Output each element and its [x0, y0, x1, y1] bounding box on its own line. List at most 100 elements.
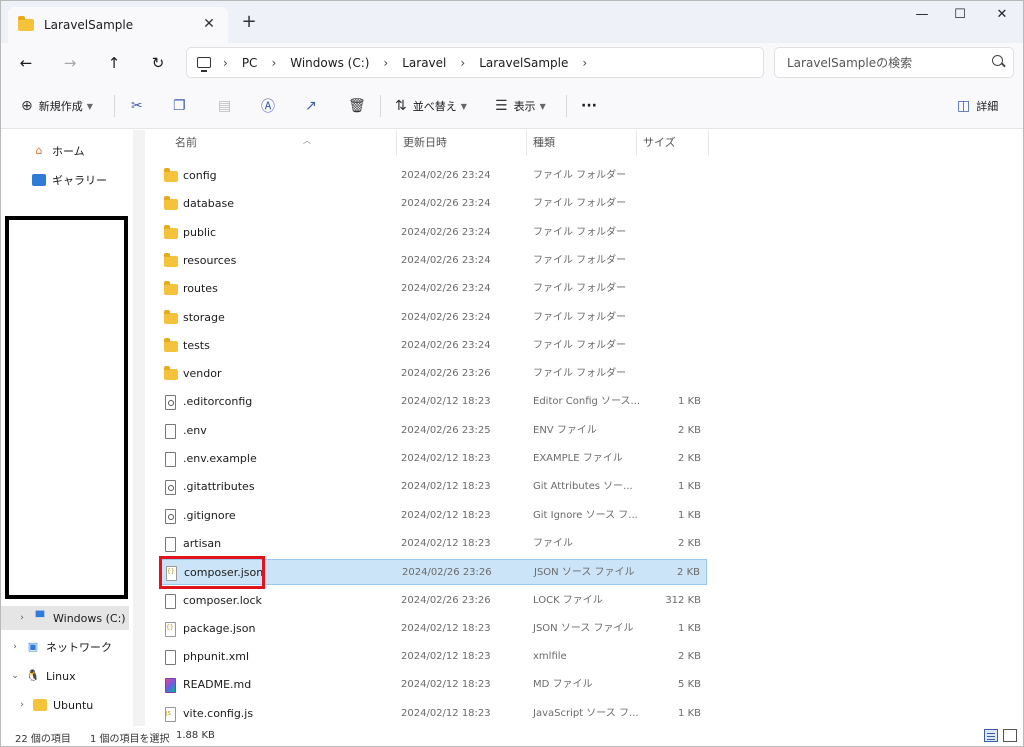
file-name: composer.lock [183, 593, 262, 607]
sort-label: 並べ替え [412, 100, 457, 113]
up-arrow-icon[interactable]: ↑ [100, 51, 128, 75]
folder-icon [164, 337, 178, 352]
chevron-right-icon[interactable]: › [17, 700, 27, 710]
table-row[interactable]: routes 2024/02/26 23:24 ファイル フォルダー [159, 276, 707, 302]
view-button[interactable]: ☰ 表示 ▼ [495, 95, 546, 117]
details-label: 詳細 [976, 100, 999, 113]
new-tab-button[interactable]: + [239, 12, 259, 32]
file-name: .gitignore [183, 508, 236, 522]
modified-date: 2024/02/26 23:24 [401, 339, 491, 351]
json-file-icon [165, 621, 176, 637]
file-size: 2 KB [678, 537, 701, 549]
more-options-button[interactable]: ··· [581, 95, 597, 117]
table-row[interactable]: .env 2024/02/26 23:25 ENV ファイル 2 KB [159, 418, 707, 444]
file-name: phpunit.xml [183, 650, 250, 664]
search-input[interactable]: LaravelSampleの検索 [774, 47, 1014, 78]
sidebar-item-label: Ubuntu [53, 698, 94, 712]
breadcrumb-chevron-icon[interactable]: › [223, 56, 228, 70]
file-type: JSON ソース ファイル [533, 622, 634, 634]
copy-button[interactable]: ❐ [173, 95, 192, 117]
sort-ascending-icon: ︿ [303, 136, 311, 145]
chevron-down-icon: ▼ [460, 101, 467, 111]
file-name: package.json [183, 621, 256, 635]
close-tab-icon[interactable]: ✕ [200, 15, 218, 33]
chevron-down-icon[interactable]: ⌄ [10, 671, 20, 681]
forward-arrow-icon[interactable]: → [56, 51, 84, 75]
chevron-right-icon[interactable]: › [17, 613, 27, 623]
rename-button[interactable]: Ⓐ [261, 95, 281, 117]
sort-button[interactable]: ⇅ 並べ替え ▼ [395, 95, 467, 117]
redacted-area [5, 216, 128, 599]
search-placeholder: LaravelSampleの検索 [787, 56, 913, 70]
table-row[interactable]: public 2024/02/26 23:24 ファイル フォルダー [159, 220, 707, 246]
table-row[interactable]: database 2024/02/26 23:24 ファイル フォルダー [159, 191, 707, 217]
maximize-button[interactable]: ☐ [945, 5, 975, 25]
file-name: .env [183, 423, 207, 437]
details-view-icon[interactable] [984, 729, 998, 742]
file-name: public [183, 225, 217, 239]
breadcrumb-pc[interactable]: PC [242, 56, 258, 70]
table-row[interactable]: storage 2024/02/26 23:24 ファイル フォルダー [159, 305, 707, 331]
paste-button[interactable]: ▤ [218, 95, 237, 117]
large-icons-view-icon[interactable] [1003, 729, 1017, 742]
cut-button[interactable]: ✂ [131, 95, 149, 117]
new-button[interactable]: ⊕ 新規作成 ▼ [21, 95, 93, 117]
table-row[interactable]: .gitignore 2024/02/12 18:23 Git Ignore ソース… [159, 503, 707, 529]
table-row[interactable]: artisan 2024/02/12 18:23 ファイル 2 KB [159, 531, 707, 557]
file-name: database [183, 197, 234, 211]
table-row[interactable]: package.json 2024/02/12 18:23 JSON ソース ファイ… [159, 616, 707, 642]
table-row[interactable]: .env.example 2024/02/12 18:23 EXAMPLE ファイル… [159, 446, 707, 472]
column-header-name[interactable]: 名前 ︿ [169, 130, 397, 156]
share-button[interactable]: ↗ [305, 95, 323, 117]
sidebar-item-network[interactable]: › ▣ ネットワーク [1, 635, 129, 659]
sidebar-item-linux[interactable]: ⌄ 🐧 Linux [1, 664, 129, 688]
modified-date: 2024/02/26 23:24 [401, 283, 491, 295]
table-row[interactable]: composer.lock 2024/02/26 23:26 LOCK ファイル 31… [159, 588, 707, 614]
breadcrumb-chevron-icon[interactable]: › [582, 56, 587, 70]
breadcrumb-laravelsample[interactable]: LaravelSample [479, 56, 568, 70]
breadcrumb-chevron-icon[interactable]: › [460, 56, 465, 70]
details-pane-button[interactable]: ◫ 詳細 [957, 95, 998, 117]
breadcrumb-chevron-icon[interactable]: › [271, 56, 276, 70]
sidebar-item-gallery[interactable]: ギャラリー [1, 168, 129, 192]
file-name: resources [183, 253, 237, 267]
address-bar[interactable]: › PC › Windows (C:) › Laravel › LaravelS… [186, 47, 764, 78]
file-name: artisan [183, 536, 222, 550]
file-size: 2 KB [678, 651, 701, 663]
minimize-button[interactable]: — [907, 5, 937, 25]
table-row[interactable]: tests 2024/02/26 23:24 ファイル フォルダー [159, 333, 707, 359]
back-arrow-icon[interactable]: ← [12, 51, 40, 75]
tab-laravelsample[interactable]: LaravelSample ✕ [8, 7, 228, 43]
table-row[interactable]: phpunit.xml 2024/02/12 18:23 xmlfile 2 KB [159, 644, 707, 670]
plus-circle-icon: ⊕ [21, 98, 33, 114]
sidebar-item-windows-c[interactable]: › ▀ Windows (C:) [1, 606, 129, 630]
chevron-right-icon[interactable]: › [10, 642, 20, 652]
column-header-size[interactable]: サイズ [637, 130, 709, 156]
column-header-type[interactable]: 種類 [527, 130, 637, 156]
table-row[interactable]: config 2024/02/26 23:24 ファイル フォルダー [159, 163, 707, 189]
column-header-date[interactable]: 更新日時 [397, 130, 527, 156]
toolbar-divider [114, 95, 115, 117]
close-window-button[interactable]: ✕ [987, 5, 1017, 25]
file-type: ファイル フォルダー [533, 254, 627, 266]
computer-icon [197, 57, 211, 72]
table-row[interactable]: vite.config.js 2024/02/12 18:23 JavaScript… [159, 701, 707, 727]
modified-date: 2024/02/26 23:25 [401, 424, 491, 436]
table-row[interactable]: .gitattributes 2024/02/12 18:23 Git Attrib… [159, 474, 707, 500]
table-row[interactable]: README.md 2024/02/12 18:23 MD ファイル 5 KB [159, 672, 707, 698]
file-type: ファイル フォルダー [533, 368, 627, 380]
breadcrumb-chevron-icon[interactable]: › [383, 56, 388, 70]
refresh-icon[interactable]: ↻ [144, 51, 172, 75]
sidebar-item-home[interactable]: ⌂ ホーム [1, 139, 129, 163]
home-icon: ⌂ [35, 144, 43, 157]
breadcrumb-windows-c[interactable]: Windows (C:) [290, 56, 369, 70]
table-row[interactable]: vendor 2024/02/26 23:26 ファイル フォルダー [159, 361, 707, 387]
breadcrumb-laravel[interactable]: Laravel [402, 56, 446, 70]
pane-splitter[interactable] [133, 130, 145, 726]
delete-button[interactable]: 🗑 [348, 95, 372, 117]
table-row[interactable]: .editorconfig 2024/02/12 18:23 Editor Conf… [159, 389, 707, 415]
selected-count: 1 個の項目を選択 [90, 734, 170, 745]
sidebar-item-ubuntu[interactable]: › Ubuntu [1, 693, 129, 717]
modified-date: 2024/02/26 23:26 [401, 368, 491, 380]
table-row[interactable]: resources 2024/02/26 23:24 ファイル フォルダー [159, 248, 707, 274]
